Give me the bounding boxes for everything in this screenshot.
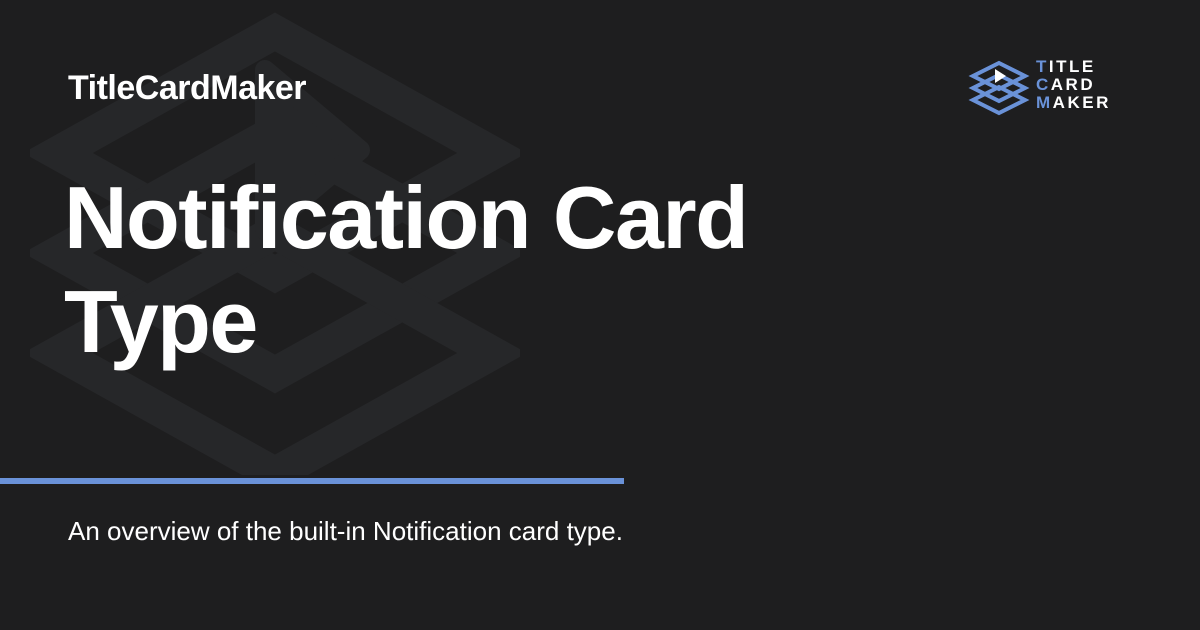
brand-logo-wordmark: TITLE CARD MAKER [1036, 58, 1111, 112]
layered-diamonds-logo-icon [968, 60, 1030, 116]
page-title-line-1: Notification Card [64, 168, 749, 267]
accent-divider [0, 478, 624, 484]
page-title-line-2: Type [64, 272, 258, 371]
site-name: TitleCardMaker [68, 69, 307, 107]
logo-line-card: CARD [1036, 75, 1096, 94]
brand-logo: TITLE CARD MAKER [968, 56, 1128, 120]
logo-line-title: TITLE [1036, 57, 1096, 76]
logo-line-maker: MAKER [1036, 93, 1111, 112]
page-title: Notification Card Type [64, 166, 944, 374]
page-description: An overview of the built-in Notification… [68, 516, 623, 546]
social-card: TitleCardMaker Notification Card Type TI… [0, 0, 1200, 630]
